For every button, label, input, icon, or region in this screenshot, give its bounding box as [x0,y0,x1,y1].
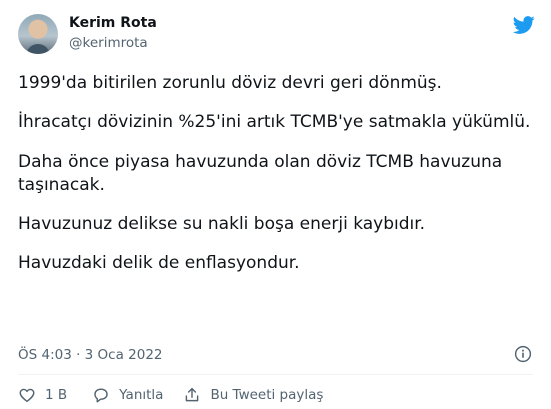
info-icon[interactable] [514,345,532,363]
divider [18,374,533,375]
like-count: 1 B [45,387,68,403]
tweet-paragraph: İhracatçı dövizinin %25'ini artık TCMB'y… [18,112,531,132]
avatar[interactable] [18,14,58,54]
share-icon [186,387,199,402]
like-button[interactable]: 1 B [18,386,67,404]
share-button[interactable]: Bu Tweeti paylaş [183,386,323,404]
tweet-card: Kerim Rota @kerimrota 1999'da bitirilen … [0,0,551,409]
tweet-actions: 1 B Yanıtla Bu Tweeti paylaş [18,384,323,406]
tweet-paragraph: 1999'da bitirilen zorunlu döviz devri ge… [18,73,442,93]
tweet-text: 1999'da bitirilen zorunlu döviz devri ge… [18,72,533,291]
tweet-paragraph: Daha önce piyasa havuzunda olan döviz TC… [18,152,503,195]
twitter-bird-icon[interactable] [512,14,536,36]
reply-label: Yanıtla [119,387,164,403]
tweet-paragraph: Havuzdaki delik de enflasyondur. [18,253,300,273]
reply-button[interactable]: Yanıtla [92,386,163,404]
tweet-paragraph: Havuzunuz delikse su nakli boşa enerji k… [18,214,426,234]
author-handle[interactable]: @kerimrota [69,34,148,52]
heart-icon [19,388,35,403]
share-label: Bu Tweeti paylaş [210,387,324,403]
avatar-figure [26,44,50,54]
reply-icon [94,388,108,403]
author-name[interactable]: Kerim Rota [69,14,157,33]
tweet-timestamp[interactable]: ÖS 4:03 · 3 Oca 2022 [18,346,163,364]
